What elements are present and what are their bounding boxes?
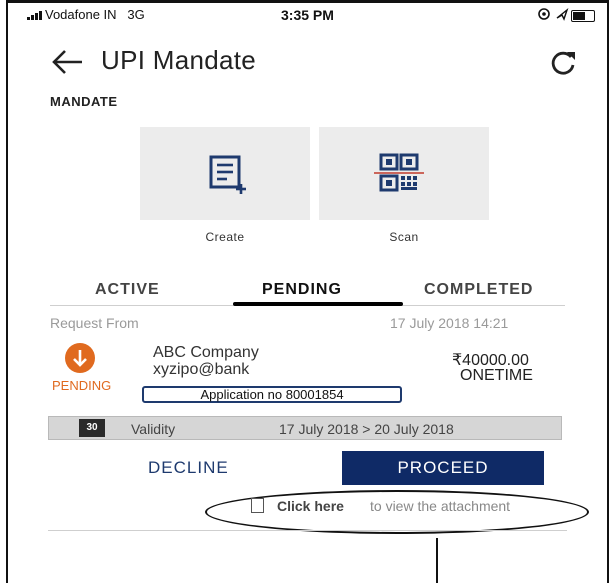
proceed-button[interactable]: PROCEED [342,451,544,485]
arrow-down-icon [65,343,95,373]
refresh-icon[interactable] [548,48,578,78]
create-document-icon [209,155,246,194]
signal-icon [27,11,43,20]
decline-button[interactable]: DECLINE [148,458,229,478]
request-datetime: 17 July 2018 14:21 [390,315,509,331]
company-name: ABC Company [153,344,259,361]
calendar-icon: 30 [79,419,105,437]
tab-pending[interactable]: PENDING [262,281,342,299]
validity-dates: 17 July 2018 > 20 July 2018 [279,421,454,437]
battery-icon [571,10,595,22]
tab-completed[interactable]: COMPLETED [424,281,533,299]
attachment-text: to view the attachment [370,498,511,514]
tab-active[interactable]: ACTIVE [95,281,160,299]
carrier-label: Vodafone IN [45,7,117,22]
status-bar: Vodafone IN 3G 3:35 PM [8,4,607,24]
status-badge: PENDING [52,378,112,393]
amount-type: ONETIME [460,367,533,384]
upi-id: xyzipo@bank [153,361,250,378]
status-time: 3:35 PM [281,7,334,23]
qr-scan-icon [374,153,424,192]
tab-indicator [233,302,403,306]
section-label: MANDATE [50,94,118,109]
request-from-label: Request From [50,315,139,331]
network-type: 3G [127,7,145,22]
phone-screen: Vodafone IN 3G 3:35 PM UPI Mandate MANDA… [6,0,609,583]
carrier-name: Vodafone IN 3G [45,7,145,22]
create-label: Create [205,230,245,244]
attachment-icon[interactable] [251,498,264,513]
scan-label: Scan [389,230,419,244]
application-number: Application no 80001854 [142,386,402,403]
validity-bar: 30 Validity 17 July 2018 > 20 July 2018 [48,416,562,440]
top-border [8,0,607,3]
pointer-line [436,538,438,583]
arrow-left-icon[interactable] [50,47,84,77]
attachment-link[interactable]: Click here [277,498,344,514]
validity-label: Validity [131,421,176,437]
scan-button[interactable] [319,127,489,220]
bottom-divider [48,530,567,531]
page-title: UPI Mandate [101,45,257,75]
create-button[interactable] [140,127,310,220]
